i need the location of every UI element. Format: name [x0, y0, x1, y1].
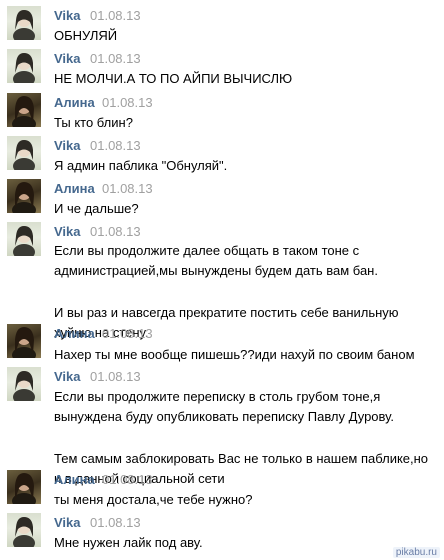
message-text: И че дальше? — [54, 201, 139, 216]
avatar[interactable] — [7, 49, 41, 83]
message-date[interactable]: 01.08.13 — [102, 326, 153, 341]
avatar[interactable] — [7, 513, 41, 547]
avatar[interactable] — [7, 136, 41, 170]
message-text: Если вы продолжите переписку в столь гру… — [54, 389, 394, 424]
author-link[interactable]: Vika — [54, 224, 81, 239]
author-link[interactable]: Vika — [54, 369, 81, 384]
message-date[interactable]: 01.08.13 — [90, 138, 141, 153]
message-date[interactable]: 01.08.13 — [90, 515, 141, 530]
author-link[interactable]: Vika — [54, 138, 81, 153]
avatar[interactable] — [7, 93, 41, 127]
message-date[interactable]: 01.08.13 — [90, 369, 141, 384]
message-date[interactable]: 01.08.13 — [102, 95, 153, 110]
avatar[interactable] — [7, 324, 41, 358]
avatar[interactable] — [7, 179, 41, 213]
message-text: Я админ паблика "Обнуляй". — [54, 158, 228, 173]
watermark: pikabu.ru — [392, 547, 440, 558]
author-link[interactable]: Vika — [54, 515, 81, 530]
avatar[interactable] — [7, 367, 41, 401]
author-link[interactable]: Алина — [54, 95, 95, 110]
avatar[interactable] — [7, 470, 41, 504]
message-date[interactable]: 01.08.13 — [90, 224, 141, 239]
message-text: ты меня достала,че тебе нужно? — [54, 492, 253, 507]
author-link[interactable]: Алина — [54, 472, 95, 487]
message-date[interactable]: 01.08.13 — [90, 8, 141, 23]
message-text: Ты кто блин? — [54, 115, 133, 130]
message-text: ОБНУЛЯЙ — [54, 28, 118, 43]
avatar[interactable] — [7, 222, 41, 256]
message-text: НЕ МОЛЧИ.А ТО ПО АЙПИ ВЫЧИСЛЮ — [54, 71, 293, 86]
author-link[interactable]: Алина — [54, 326, 95, 341]
message-text: Если вы продолжите далее общать в таком … — [54, 243, 378, 278]
author-link[interactable]: Алина — [54, 181, 95, 196]
message-date[interactable]: 01.08.13 — [102, 472, 153, 487]
author-link[interactable]: Vika — [54, 8, 81, 23]
author-link[interactable]: Vika — [54, 51, 81, 66]
message-date[interactable]: 01.08.13 — [102, 181, 153, 196]
avatar[interactable] — [7, 6, 41, 40]
message-text: Мне нужен лайк под аву. — [54, 535, 203, 550]
message-date[interactable]: 01.08.13 — [90, 51, 141, 66]
message-text: Нахер ты мне вообще пишешь??иди нахуй по… — [54, 347, 415, 362]
